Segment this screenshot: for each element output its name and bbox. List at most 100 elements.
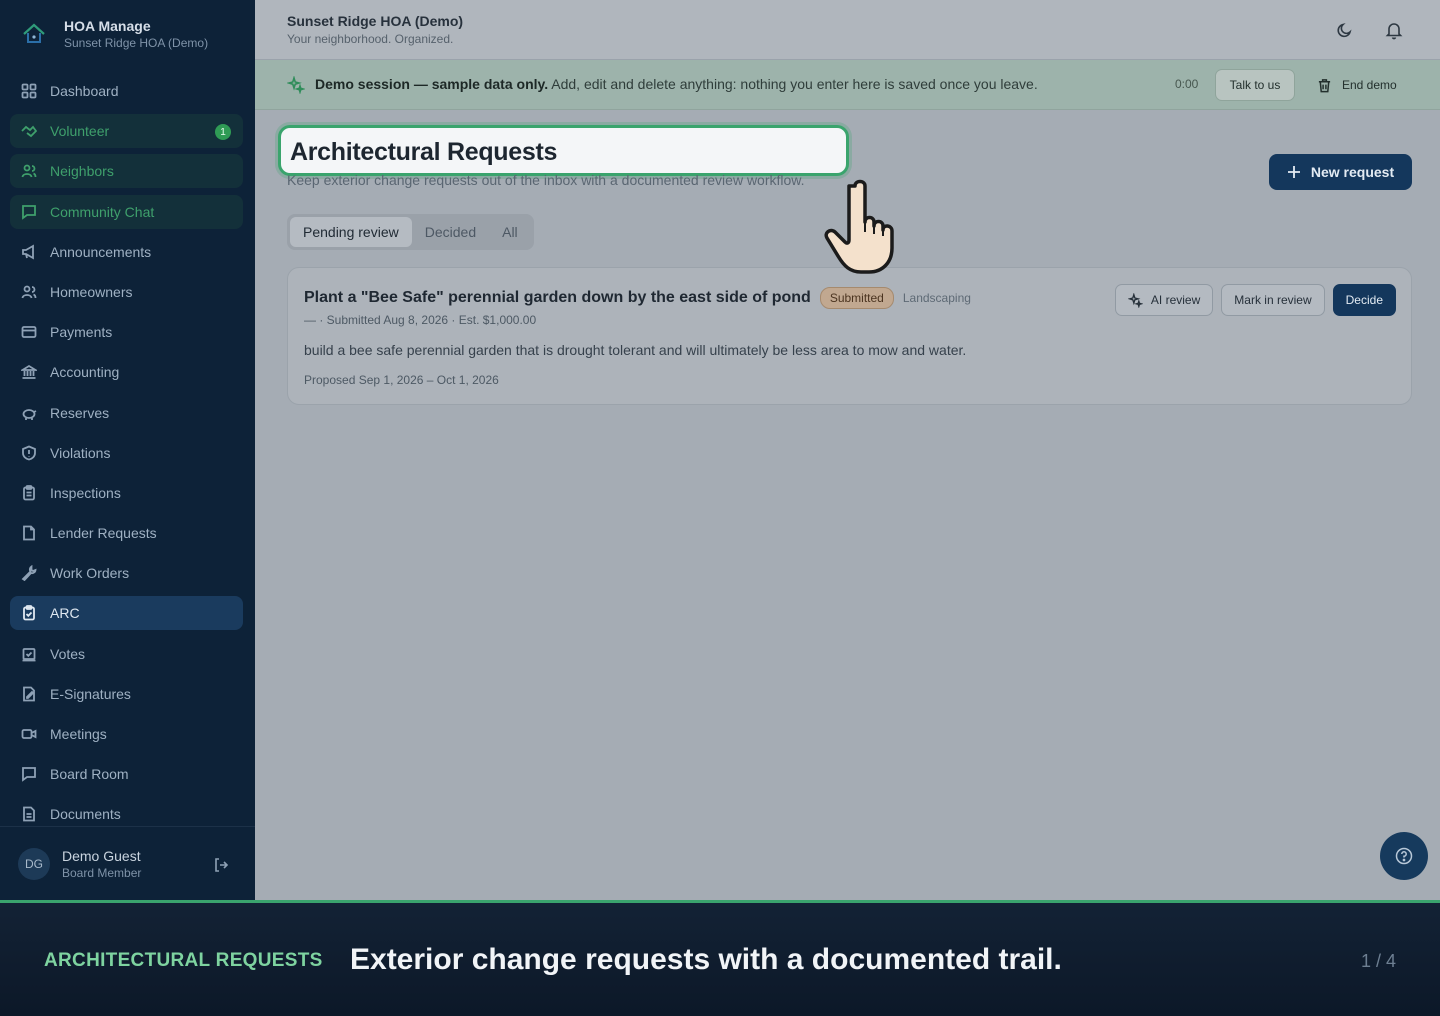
sidebar-item-label: Neighbors xyxy=(50,163,114,180)
sidebar-item-work-orders[interactable]: Work Orders xyxy=(10,556,243,590)
sidebar-item-payments[interactable]: Payments xyxy=(10,315,243,349)
signature-icon xyxy=(23,686,35,702)
pointer-hand-icon xyxy=(824,179,894,274)
topbar: Sunset Ridge HOA (Demo) Your neighborhoo… xyxy=(255,0,1440,60)
sidebar-item-label: ARC xyxy=(50,605,80,622)
demo-message: Demo session — sample data only. Add, ed… xyxy=(315,76,1038,92)
request-actions: AI review Mark in review Decide xyxy=(1114,284,1396,316)
logout-icon[interactable] xyxy=(213,857,229,873)
new-request-label: New request xyxy=(1310,164,1395,180)
trash-icon xyxy=(1318,78,1331,92)
request-card[interactable]: Plant a "Bee Safe" perennial garden down… xyxy=(287,267,1412,405)
new-request-button[interactable]: New request xyxy=(1269,154,1412,190)
moon-icon[interactable] xyxy=(1336,21,1354,39)
mark-in-review-button[interactable]: Mark in review xyxy=(1221,284,1325,316)
page-title-highlight: Architectural Requests xyxy=(278,125,849,176)
sidebar-item-label: Work Orders xyxy=(50,565,130,582)
request-tabs: Pending review Decided All xyxy=(287,214,534,250)
sidebar-item-dashboard[interactable]: Dashboard xyxy=(10,74,243,108)
user-name: Demo Guest xyxy=(62,847,141,864)
sidebar-item-arc[interactable]: ARC xyxy=(10,596,243,631)
clipboard-icon xyxy=(23,484,35,501)
main-area: Sunset Ridge HOA (Demo) Your neighborhoo… xyxy=(255,0,1440,900)
sidebar-item-homeowners[interactable]: Homeowners xyxy=(10,275,243,309)
demo-timer: 0:00 xyxy=(1175,77,1199,91)
tab-pending-review[interactable]: Pending review xyxy=(290,217,412,247)
wrench-icon xyxy=(21,565,37,582)
user-panel: DG Demo Guest Board Member xyxy=(0,826,255,900)
slide-pager: 1 / 4 xyxy=(1360,951,1396,971)
card-icon xyxy=(21,326,37,339)
sidebar-item-label: Meetings xyxy=(50,726,107,742)
clipboard-check-icon xyxy=(23,605,35,621)
caption-bar: ARCHITECTURAL REQUESTS Exterior change r… xyxy=(0,900,1440,1016)
sidebar-item-reserves[interactable]: Reserves xyxy=(10,396,243,430)
dashboard-icon xyxy=(21,83,37,99)
sidebar-item-accounting[interactable]: Accounting xyxy=(10,355,243,389)
caption-headline: Exterior change requests with a document… xyxy=(350,943,1062,976)
ballot-icon xyxy=(22,647,36,662)
sidebar-item-board-room[interactable]: Board Room xyxy=(10,757,243,791)
sidebar-item-e-signatures[interactable]: E-Signatures xyxy=(10,677,243,711)
sidebar-item-votes[interactable]: Votes xyxy=(10,637,243,671)
avatar[interactable]: DG xyxy=(18,847,50,880)
request-category: Landscaping xyxy=(902,291,971,305)
request-meta: — · Submitted Aug 8, 2026 · Est. $1,000.… xyxy=(304,313,537,327)
sparkles-icon xyxy=(287,76,305,94)
sidebar-item-lender-requests[interactable]: Lender Requests xyxy=(10,516,243,550)
tab-decided[interactable]: Decided xyxy=(412,217,489,247)
sidebar-item-community-chat[interactable]: Community Chat xyxy=(10,194,243,229)
shield-icon xyxy=(22,445,36,461)
sidebar-item-volunteer[interactable]: Volunteer 1 xyxy=(10,114,243,149)
help-button[interactable] xyxy=(1380,832,1428,880)
sidebar-item-label: E-Signatures xyxy=(50,685,131,702)
page-title: Architectural Requests xyxy=(290,138,558,166)
sidebar-item-label: Reserves xyxy=(50,404,110,421)
sidebar: HOA Manage Sunset Ridge HOA (Demo) Dashb… xyxy=(0,0,255,900)
sidebar-item-label: Dashboard xyxy=(50,83,119,99)
chat-icon xyxy=(22,204,36,220)
sidebar-item-announcements[interactable]: Announcements xyxy=(10,235,243,269)
decide-button[interactable]: Decide xyxy=(1332,284,1396,316)
sidebar-item-violations[interactable]: Violations xyxy=(10,436,243,470)
sidebar-item-label: Lender Requests xyxy=(50,525,157,542)
demo-banner: Demo session — sample data only. Add, ed… xyxy=(255,60,1440,110)
bell-icon[interactable] xyxy=(1384,20,1404,40)
sidebar-item-label: Accounting xyxy=(50,364,120,381)
sidebar-item-label: Homeowners xyxy=(50,283,133,300)
org-name: Sunset Ridge HOA (Demo) xyxy=(287,13,464,29)
page-subtitle: Keep exterior change requests out of the… xyxy=(287,172,805,188)
sidebar-item-inspections[interactable]: Inspections xyxy=(10,476,243,510)
sidebar-item-label: Documents xyxy=(50,806,121,823)
sidebar-nav: Dashboard Volunteer 1 Neighbors Communit… xyxy=(10,74,243,838)
tab-all[interactable]: All xyxy=(489,217,531,247)
file-icon xyxy=(23,525,35,541)
end-demo-button[interactable]: End demo xyxy=(1317,69,1397,101)
handshake-icon xyxy=(21,125,37,138)
request-dates: Proposed Sep 1, 2026 – Oct 1, 2026 xyxy=(304,373,499,387)
sidebar-item-label: Announcements xyxy=(50,243,152,260)
chat-square-icon xyxy=(22,767,36,782)
sidebar-item-label: Votes xyxy=(50,645,86,662)
house-logo-icon xyxy=(18,18,50,50)
caption-kicker: ARCHITECTURAL REQUESTS xyxy=(44,950,323,971)
sidebar-item-neighbors[interactable]: Neighbors xyxy=(10,154,243,189)
piggy-bank-icon xyxy=(22,408,37,420)
bank-icon xyxy=(21,365,37,380)
brand[interactable]: HOA Manage Sunset Ridge HOA (Demo) xyxy=(18,18,208,50)
user-role: Board Member xyxy=(62,865,142,880)
users-icon xyxy=(21,164,37,178)
sidebar-item-meetings[interactable]: Meetings xyxy=(10,717,243,751)
org-tagline: Your neighborhood. Organized. xyxy=(287,32,454,46)
ai-review-button[interactable]: AI review xyxy=(1114,284,1214,316)
sidebar-item-label: Volunteer xyxy=(50,123,110,140)
sidebar-item-label: Payments xyxy=(50,324,113,341)
demo-message-rest: Add, edit and delete anything: nothing y… xyxy=(548,76,1038,92)
ai-review-label: AI review xyxy=(1150,293,1201,307)
talk-to-us-button[interactable]: Talk to us xyxy=(1215,69,1295,101)
sidebar-item-label: Community Chat xyxy=(50,203,155,220)
sidebar-item-label: Inspections xyxy=(50,484,121,501)
brand-org: Sunset Ridge HOA (Demo) xyxy=(64,36,209,50)
volunteer-count-badge: 1 xyxy=(215,124,231,141)
document-icon xyxy=(23,806,35,822)
